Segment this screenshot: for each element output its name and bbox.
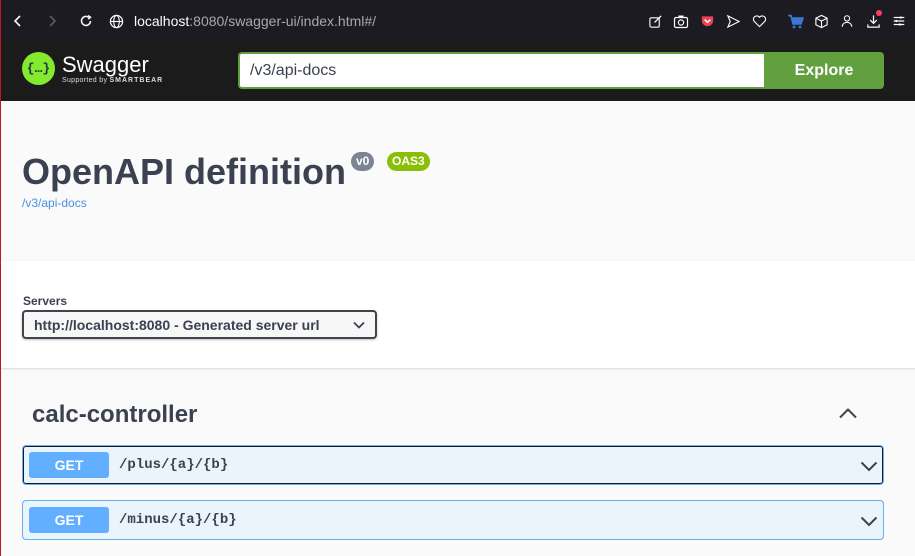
back-arrow-icon [13,15,21,27]
logo-supported: Supported by [62,76,108,84]
pocket-button[interactable] [694,0,720,42]
cart-extension-button[interactable] [782,0,808,42]
camera-icon [673,15,689,28]
cart-icon [787,14,804,28]
swagger-logo[interactable]: {…} Swagger Supported by SMARTBEAR [22,52,163,85]
operation-row[interactable]: GET /minus/{a}/{b} [22,500,884,540]
browser-toolbar: localhost:8080/swagger-ui/index.html#/ [1,0,915,42]
extension-button[interactable] [808,0,834,42]
url-host: localhost [134,13,190,29]
swagger-logo-text: Swagger Supported by SMARTBEAR [62,51,163,84]
method-badge: GET [29,507,109,533]
swagger-topbar: {…} Swagger Supported by SMARTBEAR /v3/a… [1,42,915,101]
operation-path: /minus/{a}/{b} [119,512,237,528]
url-path: :8080/swagger-ui/index.html#/ [189,13,377,29]
operation-path: /plus/{a}/{b} [119,457,229,473]
forward-arrow-icon [49,15,57,27]
expand-operation-button[interactable] [858,455,880,477]
logo-subtitle: Supported by SMARTBEAR [62,77,163,84]
account-button[interactable] [834,0,860,42]
explore-button[interactable]: Explore [764,52,884,89]
swagger-logo-icon: {…} [22,52,55,85]
edit-page-button[interactable] [642,0,668,42]
spec-url-input[interactable]: /v3/api-docs [238,52,764,89]
hamburger-menu-icon [893,16,905,26]
address-bar[interactable]: localhost:8080/swagger-ui/index.html#/ [109,0,376,42]
globe-icon [109,14,124,28]
screenshot-button[interactable] [668,0,694,42]
operation-row[interactable]: GET /plus/{a}/{b} [22,445,884,485]
tag-collapse-button[interactable] [835,402,861,424]
browser-extension-icons [642,0,912,42]
operations-section: calc-controller GET /plus/{a}/{b} GET /m… [1,370,915,556]
address-url: localhost:8080/swagger-ui/index.html#/ [134,13,376,29]
logo-brand: SMARTBEAR [109,76,164,84]
notification-dot [876,10,882,16]
edit-icon [648,14,662,28]
reload-icon [80,14,92,27]
user-icon [841,15,853,27]
servers-selected-value: http://localhost:8080 - Generated server… [34,316,320,333]
forward-button[interactable] [35,0,69,42]
favorite-button[interactable] [746,0,772,42]
heart-icon [752,15,766,28]
chevron-down-icon [860,461,878,471]
chevron-down-icon [353,321,365,329]
send-icon [726,14,740,28]
expand-operation-button[interactable] [858,510,880,532]
pocket-icon [701,15,713,26]
spec-link[interactable]: /v3/api-docs [22,196,87,210]
api-info-section: OpenAPI definition v0 OAS3 /v3/api-docs [1,101,915,261]
page-title: OpenAPI definition [22,151,346,192]
method-badge: GET [29,452,109,478]
cube-icon [814,14,828,28]
servers-label: Servers [23,294,68,308]
chevron-down-icon [860,516,878,526]
send-tab-button[interactable] [720,0,746,42]
back-button[interactable] [1,0,35,42]
servers-select[interactable]: http://localhost:8080 - Generated server… [22,310,377,339]
downloads-button[interactable] [860,0,886,42]
chevron-up-icon [839,408,857,419]
logo-title: Swagger [62,51,149,77]
oas-badge: OAS3 [387,152,430,171]
menu-button[interactable] [886,0,912,42]
version-badge: v0 [351,152,375,171]
tag-title[interactable]: calc-controller [32,401,197,429]
reload-button[interactable] [69,0,103,42]
servers-section: Servers http://localhost:8080 - Generate… [1,261,915,369]
